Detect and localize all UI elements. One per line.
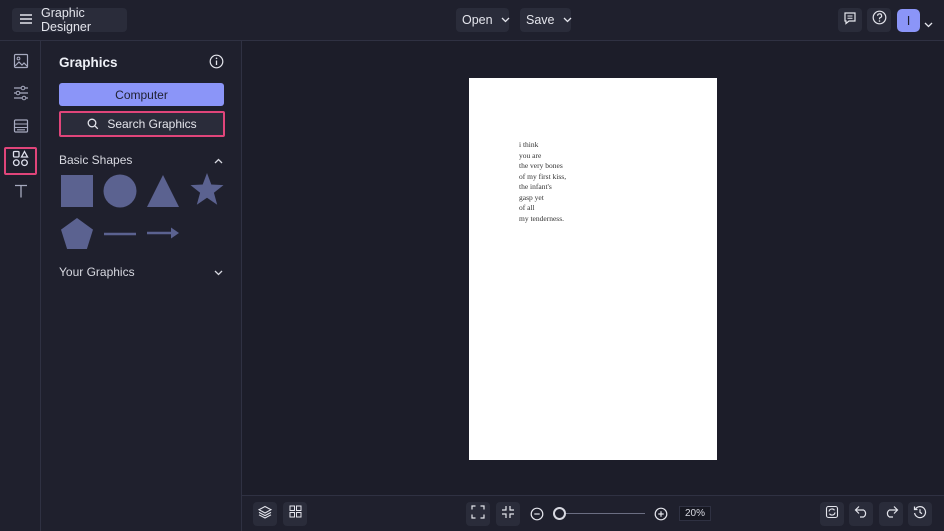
user-avatar[interactable]: I xyxy=(897,9,920,32)
text-icon xyxy=(13,183,29,204)
basic-shapes-header[interactable]: Basic Shapes xyxy=(59,153,223,167)
grid-view-button[interactable] xyxy=(283,502,307,526)
document-page[interactable]: i think you are the very bones of my fir… xyxy=(469,78,717,460)
poem-line: of all xyxy=(519,203,535,212)
rail-item-layout[interactable] xyxy=(4,114,37,142)
poem-line: the very bones xyxy=(519,161,563,170)
save-button[interactable]: Save xyxy=(520,8,571,32)
comment-icon xyxy=(843,11,857,30)
chevron-down-icon[interactable] xyxy=(924,15,933,33)
app-menu-button[interactable]: Graphic Designer xyxy=(12,6,127,34)
your-graphics-header[interactable]: Your Graphics xyxy=(59,265,223,279)
poem-line: of my first kiss, xyxy=(519,171,567,181)
chevron-up-icon xyxy=(214,153,223,167)
search-graphics-label: Search Graphics xyxy=(107,117,197,131)
fit-screen-button[interactable] xyxy=(466,502,490,526)
adjustments-icon xyxy=(13,85,29,106)
image-icon xyxy=(13,53,29,74)
rail-item-text[interactable] xyxy=(4,179,37,207)
poem-line: you are xyxy=(519,150,542,160)
undo-icon xyxy=(854,505,869,523)
open-label: Open xyxy=(462,13,493,27)
info-icon[interactable] xyxy=(209,54,224,74)
search-graphics-button[interactable]: Search Graphics xyxy=(59,111,225,137)
shapes-icon xyxy=(12,150,29,172)
history-button[interactable] xyxy=(908,502,932,526)
redo-icon xyxy=(884,505,899,523)
rail-item-images[interactable] xyxy=(4,49,37,77)
line-shape[interactable] xyxy=(103,231,137,237)
save-label: Save xyxy=(526,13,555,27)
square-shape[interactable] xyxy=(60,174,94,208)
refresh-icon xyxy=(825,505,839,524)
layers-button[interactable] xyxy=(253,502,277,526)
rail-item-adjustments[interactable] xyxy=(4,81,37,109)
zoom-slider-handle[interactable] xyxy=(553,507,566,520)
chevron-down-icon xyxy=(214,265,223,279)
avatar-initial: I xyxy=(906,13,911,28)
panel-title: Graphics xyxy=(59,55,118,70)
layout-icon xyxy=(13,118,29,139)
triangle-shape[interactable] xyxy=(146,174,180,208)
your-graphics-label: Your Graphics xyxy=(59,265,135,279)
circle-shape[interactable] xyxy=(103,174,137,208)
chevron-down-icon xyxy=(563,17,572,23)
comments-button[interactable] xyxy=(838,8,862,32)
arrow-shape[interactable] xyxy=(146,226,180,240)
star-shape[interactable] xyxy=(189,172,225,208)
app-title: Graphic Designer xyxy=(41,6,92,34)
poem-line: gasp yet xyxy=(519,192,544,202)
rail-item-graphics[interactable] xyxy=(4,147,37,175)
open-button[interactable]: Open xyxy=(456,8,510,32)
grid-icon xyxy=(289,505,302,523)
chevron-down-icon xyxy=(501,17,510,23)
poem-line: the infant's xyxy=(519,182,552,191)
poem-line: my tenderness. xyxy=(519,213,564,223)
computer-upload-button[interactable]: Computer xyxy=(59,83,224,106)
undo-button[interactable] xyxy=(849,502,873,526)
help-icon xyxy=(872,10,887,30)
search-icon xyxy=(87,118,99,130)
shrink-icon xyxy=(501,505,515,524)
history-icon xyxy=(913,505,927,524)
tool-rail xyxy=(0,41,41,531)
menu-icon xyxy=(19,13,33,28)
graphics-panel: Graphics Computer Search Graphics Basic … xyxy=(41,41,242,531)
poem-text[interactable]: i think you are the very bones of my fir… xyxy=(519,140,566,224)
zoom-level-field[interactable]: 20% xyxy=(679,506,711,521)
zoom-slider-track[interactable] xyxy=(561,513,645,514)
zoom-in-icon[interactable] xyxy=(654,507,668,526)
top-bar: Graphic Designer Open Save I xyxy=(0,0,944,41)
redo-button[interactable] xyxy=(879,502,903,526)
fit-screen-icon xyxy=(471,504,485,524)
zoom-out-icon[interactable] xyxy=(530,507,544,526)
basic-shapes-label: Basic Shapes xyxy=(59,153,133,167)
pentagon-shape[interactable] xyxy=(60,217,94,251)
help-button[interactable] xyxy=(867,8,891,32)
poem-line: i think xyxy=(519,140,539,149)
refresh-button[interactable] xyxy=(820,502,844,526)
shrink-button[interactable] xyxy=(496,502,520,526)
layers-icon xyxy=(257,505,273,524)
